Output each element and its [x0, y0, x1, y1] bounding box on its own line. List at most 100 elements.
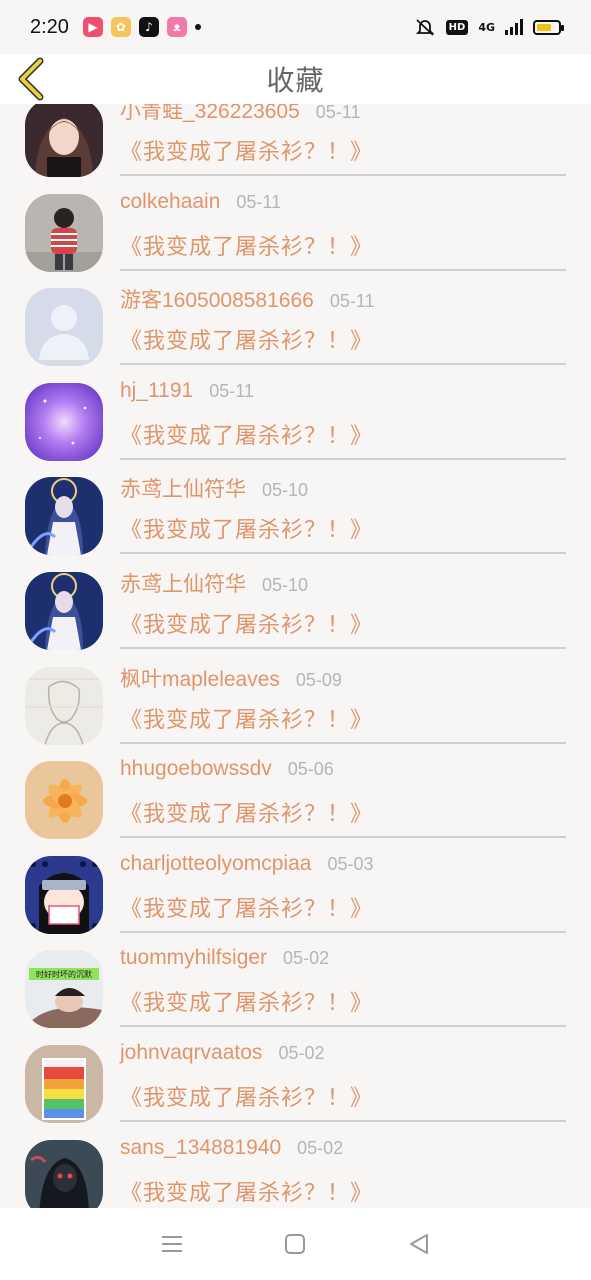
book-title[interactable]: 《我变成了屠杀衫？！》 — [120, 229, 566, 261]
user-name[interactable]: colkehaain — [120, 190, 220, 214]
book-title[interactable]: 《我变成了屠杀衫？！》 — [120, 512, 566, 544]
list-item[interactable]: 游客1605008581666 05-11 《我变成了屠杀衫？！》 — [0, 271, 591, 367]
name-line: tuommyhilfsiger 05-02 — [120, 946, 566, 982]
anime-girl-avatar[interactable] — [25, 104, 103, 177]
book-title[interactable]: 《我变成了屠杀衫？！》 — [120, 1080, 566, 1112]
more-notifications-dot — [194, 24, 201, 30]
name-line: 赤鸢上仙符华 05-10 — [120, 473, 566, 509]
book-title[interactable]: 《我变成了屠杀衫？！》 — [120, 796, 566, 828]
book-title[interactable]: 《我变成了屠杀衫？！》 — [120, 891, 566, 923]
purple-galaxy-avatar[interactable] — [25, 382, 103, 461]
name-line: 赤鸢上仙符华 05-10 — [120, 568, 566, 604]
book-title[interactable]: 《我变成了屠杀衫？！》 — [120, 323, 566, 355]
user-name[interactable]: 赤鸢上仙符华 — [120, 568, 246, 598]
favorite-date: 05-06 — [287, 759, 334, 780]
user-name[interactable]: hj_1191 — [120, 379, 193, 403]
favorites-list[interactable]: 小青蛙_326223605 05-11 《我变成了屠杀衫？！》 colkehaa… — [0, 104, 591, 1208]
list-item-body: johnvaqrvaatos 05-02 《我变成了屠杀衫？！》 — [120, 1041, 566, 1122]
back-nav-button[interactable] — [399, 1224, 439, 1264]
status-bar: 2:20 ▶ ✿ ♪ ᴥ HD 4G — [0, 0, 591, 54]
list-item-body: 游客1605008581666 05-11 《我变成了屠杀衫？！》 — [120, 284, 566, 366]
list-item[interactable]: 赤鸢上仙符华 05-10 《我变成了屠杀衫？！》 — [0, 460, 591, 556]
favorite-date: 05-09 — [295, 669, 342, 690]
hd-voice-badge: HD — [445, 19, 469, 35]
menu-icon — [161, 1236, 182, 1252]
book-title[interactable]: 《我变成了屠杀衫？！》 — [120, 985, 566, 1017]
flower-avatar[interactable] — [25, 761, 103, 840]
back-triangle-icon — [410, 1234, 429, 1254]
user-name[interactable]: 小青蛙_326223605 — [120, 104, 300, 125]
name-line: hhugoebowssdv 05-06 — [120, 757, 566, 793]
list-item-body: 枫叶mapleleaves 05-09 《我变成了屠杀衫？！》 — [120, 663, 566, 744]
favorite-date: 05-11 — [329, 291, 375, 312]
user-name[interactable]: charljotteolyomcpiaa — [120, 852, 311, 876]
dark-hooded-avatar[interactable] — [25, 1139, 103, 1208]
name-line: 小青蛙_326223605 05-11 — [120, 104, 566, 131]
list-item[interactable]: 小青蛙_326223605 05-11 《我变成了屠杀衫？！》 — [0, 104, 591, 177]
user-name[interactable]: sans_134881940 — [120, 1136, 281, 1160]
cartoon-ninja-avatar[interactable] — [25, 855, 103, 934]
name-line: johnvaqrvaatos 05-02 — [120, 1041, 566, 1077]
fortune-app-icon: ✿ — [110, 17, 131, 37]
favorite-date: 05-03 — [327, 853, 374, 874]
favorite-date: 05-11 — [315, 104, 361, 122]
user-name[interactable]: hhugoebowssdv — [120, 757, 272, 781]
menu-nav-button[interactable] — [152, 1224, 192, 1264]
book-title[interactable]: 《我变成了屠杀衫？！》 — [120, 134, 566, 166]
avatar-image — [25, 1044, 103, 1123]
video-app-icon: ▶ — [82, 17, 103, 37]
user-name[interactable]: johnvaqrvaatos — [120, 1041, 262, 1065]
book-title[interactable]: 《我变成了屠杀衫？！》 — [120, 1175, 566, 1207]
list-item[interactable]: 赤鸢上仙符华 05-10 《我变成了屠杀衫？！》 — [0, 555, 591, 650]
name-line: 枫叶mapleleaves 05-09 — [120, 663, 566, 699]
home-nav-button[interactable] — [275, 1224, 315, 1264]
name-line: 游客1605008581666 05-11 — [120, 284, 566, 320]
home-square-icon — [285, 1234, 306, 1254]
list-item-body: 小青蛙_326223605 05-11 《我变成了屠杀衫？！》 — [120, 104, 566, 176]
status-app-icons: ▶ ✿ ♪ ᴥ — [82, 17, 201, 37]
list-item[interactable]: johnvaqrvaatos 05-02 《我变成了屠杀衫？！》 — [0, 1028, 591, 1123]
user-name[interactable]: 游客1605008581666 — [120, 284, 314, 314]
name-line: hj_1191 05-11 — [120, 379, 566, 415]
list-item-body: 赤鸢上仙符华 05-10 《我变成了屠杀衫？！》 — [120, 568, 566, 649]
anime-blue-avatar[interactable] — [25, 477, 103, 556]
avatar-image — [25, 1139, 103, 1208]
favorite-date: 05-10 — [262, 480, 309, 501]
list-item-body: hhugoebowssdv 05-06 《我变成了屠杀衫？！》 — [120, 757, 566, 839]
list-item[interactable]: hj_1191 05-11 《我变成了屠杀衫？！》 — [0, 366, 591, 461]
list-item[interactable]: 时好时坏的沉默 tuommyhilfsiger 05-02 《我变成了屠杀衫？！… — [0, 933, 591, 1029]
list-item[interactable]: sans_134881940 05-02 《我变成了屠杀衫？！》 — [0, 1123, 591, 1208]
person-photo-avatar[interactable] — [25, 193, 103, 272]
avatar-image — [25, 477, 103, 556]
name-line: sans_134881940 05-02 — [120, 1136, 566, 1172]
book-title[interactable]: 《我变成了屠杀衫？！》 — [120, 418, 566, 450]
avatar-image — [25, 288, 103, 367]
list-item[interactable]: charljotteolyomcpiaa 05-03 《我变成了屠杀衫？！》 — [0, 839, 591, 934]
list-item[interactable]: 枫叶mapleleaves 05-09 《我变成了屠杀衫？！》 — [0, 650, 591, 745]
rainbow-drink-avatar[interactable] — [25, 1044, 103, 1123]
avatar-image — [25, 193, 103, 272]
avatar-image — [25, 666, 103, 745]
list-item-body: sans_134881940 05-02 《我变成了屠杀衫？！》 — [120, 1136, 566, 1208]
favorite-date: 05-02 — [278, 1042, 325, 1063]
list-item-body: colkehaain 05-11 《我变成了屠杀衫？！》 — [120, 190, 566, 271]
list-item[interactable]: colkehaain 05-11 《我变成了屠杀衫？！》 — [0, 177, 591, 272]
sleeping-person-avatar[interactable]: 时好时坏的沉默 — [25, 950, 103, 1029]
cat-app-icon: ᴥ — [166, 17, 187, 37]
user-name[interactable]: 赤鸢上仙符华 — [120, 473, 246, 503]
user-name[interactable]: 枫叶mapleleaves — [120, 663, 280, 693]
header: 收藏 — [0, 54, 591, 104]
default-user-avatar[interactable] — [25, 288, 103, 367]
list-item[interactable]: hhugoebowssdv 05-06 《我变成了屠杀衫？！》 — [0, 744, 591, 840]
back-arrow-icon[interactable] — [12, 57, 52, 101]
favorite-date: 05-10 — [262, 574, 309, 595]
book-title[interactable]: 《我变成了屠杀衫？！》 — [120, 702, 566, 734]
favorite-date: 05-11 — [236, 191, 282, 212]
anime-blue-avatar[interactable] — [25, 571, 103, 650]
book-title[interactable]: 《我变成了屠杀衫？！》 — [120, 607, 566, 639]
sketch-avatar[interactable] — [25, 666, 103, 745]
avatar-image — [25, 104, 103, 177]
list-item-body: charljotteolyomcpiaa 05-03 《我变成了屠杀衫？！》 — [120, 852, 566, 933]
user-name[interactable]: tuommyhilfsiger — [120, 946, 267, 970]
list-item-body: hj_1191 05-11 《我变成了屠杀衫？！》 — [120, 379, 566, 460]
